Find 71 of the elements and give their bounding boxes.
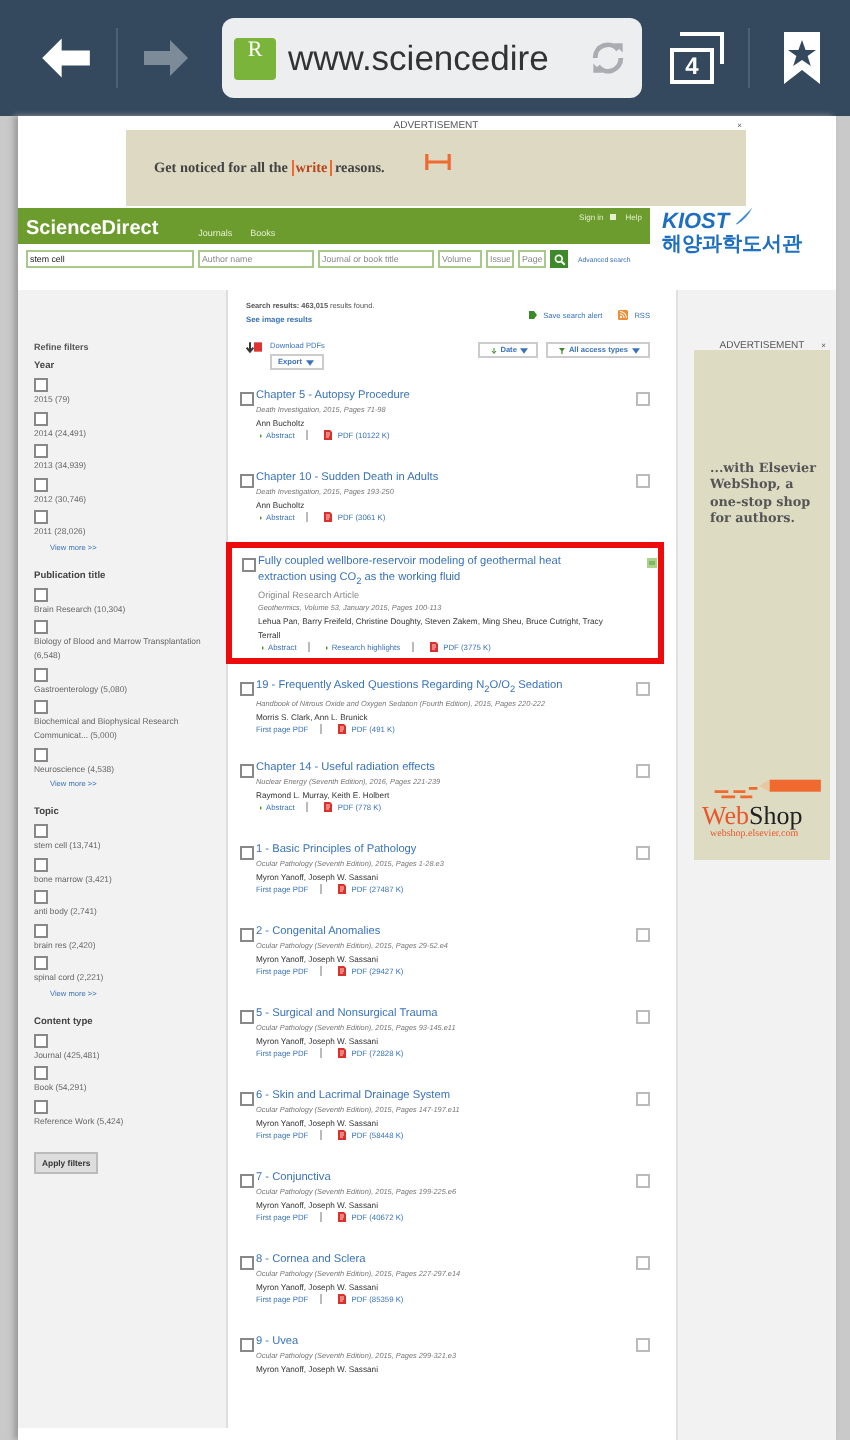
- side-checkbox[interactable]: [636, 1092, 650, 1107]
- side-checkbox[interactable]: [636, 1338, 650, 1353]
- pdf-icon: [337, 1130, 346, 1141]
- measure-mark-icon: [424, 154, 453, 170]
- side-checkbox[interactable]: [636, 392, 650, 406]
- filter-checkbox[interactable]: [34, 956, 48, 970]
- result-checkbox[interactable]: [240, 474, 254, 488]
- filter-checkbox[interactable]: [34, 411, 48, 425]
- side-checkbox[interactable]: [636, 682, 650, 697]
- search-button[interactable]: [550, 250, 568, 268]
- filter-checkbox[interactable]: [34, 477, 48, 491]
- site-logo[interactable]: ScienceDirect: [26, 218, 159, 240]
- filter-checkbox[interactable]: [34, 667, 48, 681]
- result-checkbox[interactable]: [240, 682, 254, 697]
- pdf-icon: [337, 966, 346, 977]
- filter-checkbox[interactable]: [34, 378, 48, 392]
- side-checkbox[interactable]: [636, 1174, 650, 1189]
- pdf-icon: [323, 512, 332, 522]
- filter-checkbox[interactable]: [34, 857, 48, 871]
- side-checkbox[interactable]: [636, 1256, 650, 1271]
- result-checkbox[interactable]: [240, 1092, 254, 1107]
- side-checkbox[interactable]: [636, 764, 650, 779]
- address-bar[interactable]: R www.sciencedire: [222, 18, 642, 98]
- pdf-icon: [337, 1048, 346, 1059]
- filter-checkbox[interactable]: [34, 1033, 48, 1047]
- filter-checkbox[interactable]: [34, 620, 48, 634]
- pdf-icon: [323, 430, 332, 440]
- pdf-icon: [337, 724, 346, 735]
- result-checkbox[interactable]: [240, 1174, 254, 1189]
- forward-arrow-icon[interactable]: [142, 38, 190, 78]
- filter-checkbox[interactable]: [34, 1066, 48, 1080]
- result-checkbox[interactable]: [240, 1256, 254, 1271]
- side-checkbox[interactable]: [636, 846, 650, 861]
- caret-icon: [631, 347, 639, 353]
- filter-checkbox[interactable]: [34, 700, 48, 714]
- filter-checkbox[interactable]: [34, 890, 48, 904]
- caret-icon: [519, 347, 528, 353]
- bookmark-star-icon[interactable]: [782, 30, 822, 86]
- filter-checkbox[interactable]: [34, 824, 48, 838]
- download-arrow-icon: [246, 342, 262, 356]
- filter-checkbox[interactable]: [34, 587, 48, 601]
- pdf-icon: [337, 1212, 346, 1223]
- filter-icon: [557, 347, 566, 353]
- site-badge: R: [234, 37, 276, 79]
- result-checkbox[interactable]: [240, 928, 254, 943]
- side-checkbox[interactable]: [636, 928, 650, 943]
- filter-checkbox[interactable]: [34, 747, 48, 761]
- caret-icon: [305, 359, 314, 365]
- filter-checkbox[interactable]: [34, 510, 48, 524]
- result-checkbox[interactable]: [240, 846, 254, 861]
- filter-checkbox[interactable]: [34, 444, 48, 458]
- down-arrow-icon: [489, 347, 498, 353]
- pdf-icon: [323, 802, 332, 813]
- url-text: www.sciencedire: [288, 37, 551, 79]
- result-checkbox[interactable]: [242, 558, 256, 572]
- side-checkbox[interactable]: [636, 1010, 650, 1025]
- rss-icon: [618, 310, 629, 320]
- tag-icon: [527, 310, 538, 320]
- filter-checkbox[interactable]: [34, 923, 48, 937]
- result-checkbox[interactable]: [240, 764, 254, 779]
- pdf-icon: [337, 1294, 346, 1305]
- preview-icon[interactable]: [646, 558, 658, 568]
- side-checkbox[interactable]: [636, 474, 650, 488]
- back-arrow-icon[interactable]: [40, 36, 92, 80]
- pdf-icon: [337, 884, 346, 895]
- result-checkbox[interactable]: [240, 1338, 254, 1353]
- filter-checkbox[interactable]: [34, 1099, 48, 1113]
- webshop-logo: WebShop: [702, 802, 805, 830]
- result-checkbox[interactable]: [240, 1010, 254, 1025]
- result-checkbox[interactable]: [240, 392, 254, 406]
- pdf-icon: [429, 642, 438, 653]
